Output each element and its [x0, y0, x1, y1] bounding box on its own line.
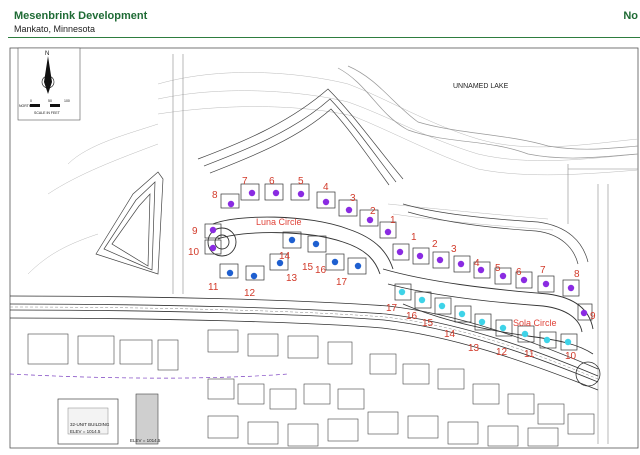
lot-marker-blue[interactable] — [331, 258, 339, 266]
lot-number: 17 — [386, 303, 398, 314]
street-label-sola: Sola Circle — [513, 318, 557, 328]
site-plan-canvas[interactable]: UNNAMED LAKE 32-UNIT BUILDING ELEV = 101… — [8, 44, 640, 450]
lot-marker-cyan[interactable] — [564, 338, 572, 346]
scale-tick-50: 50 — [48, 99, 52, 103]
lot-marker-purple[interactable] — [227, 200, 235, 208]
lot-number: 13 — [286, 273, 298, 284]
lot-marker-purple[interactable] — [209, 244, 217, 252]
lot-marker-blue[interactable] — [250, 272, 258, 280]
lot-marker-purple[interactable] — [384, 228, 392, 236]
compass-box: N NORTH 0 50 100 SCALE IN FEET — [17, 47, 81, 121]
lot-marker-purple[interactable] — [520, 276, 528, 284]
header-corner-text: No — [623, 10, 638, 22]
scale-left-label: NORTH — [19, 104, 32, 108]
lot-number: 5 — [298, 176, 304, 187]
lot-marker-cyan[interactable] — [543, 336, 551, 344]
lot-number: 4 — [323, 182, 329, 193]
lot-number: 14 — [279, 251, 291, 262]
lot-marker-cyan[interactable] — [418, 296, 426, 304]
page-header: Mesenbrink Development Mankato, Minnesot… — [0, 0, 640, 42]
lot-marker-purple[interactable] — [499, 272, 507, 280]
lot-number: 9 — [590, 311, 596, 322]
unit-building-label: 32-UNIT BUILDING — [70, 422, 110, 427]
location-text: Mankato, Minnesota — [14, 24, 96, 34]
lot-marker-purple[interactable] — [209, 226, 217, 234]
lot-number: 8 — [212, 190, 218, 201]
lot-marker-purple[interactable] — [248, 189, 256, 197]
lot-number: 2 — [432, 239, 438, 250]
lot-number: 10 — [565, 351, 577, 362]
lot-marker-purple[interactable] — [580, 309, 588, 317]
company-name: Mesenbrink Development — [14, 10, 148, 22]
lot-marker-cyan[interactable] — [438, 302, 446, 310]
lot-marker-blue[interactable] — [354, 262, 362, 270]
lot-number: 6 — [269, 176, 275, 187]
lot-number: 1 — [390, 215, 396, 226]
street-label-luna: Luna Circle — [256, 217, 302, 227]
lot-marker-purple[interactable] — [396, 248, 404, 256]
lot-number: 14 — [444, 329, 456, 340]
lot-marker-purple[interactable] — [366, 216, 374, 224]
lot-number: 17 — [336, 277, 348, 288]
lot-marker-cyan[interactable] — [398, 288, 406, 296]
lot-marker-cyan[interactable] — [478, 318, 486, 326]
lot-number: 3 — [451, 244, 457, 255]
lot-marker-purple[interactable] — [345, 206, 353, 214]
elevation-label-2: ELEV = 1014.5 — [130, 438, 161, 443]
lake-label: UNNAMED LAKE — [453, 83, 509, 90]
lot-marker-purple[interactable] — [272, 189, 280, 197]
lot-number: 16 — [315, 265, 327, 276]
lot-number: 11 — [208, 282, 219, 293]
lot-marker-cyan[interactable] — [499, 324, 507, 332]
lot-marker-cyan[interactable] — [458, 310, 466, 318]
lot-number: 7 — [540, 265, 546, 276]
lot-marker-blue[interactable] — [312, 240, 320, 248]
lot-marker-purple[interactable] — [297, 190, 305, 198]
lot-marker-blue[interactable] — [226, 269, 234, 277]
lot-number: 16 — [406, 311, 418, 322]
lot-number: 10 — [188, 247, 200, 258]
lot-number: 11 — [524, 349, 535, 360]
lot-marker-purple[interactable] — [436, 256, 444, 264]
lot-number: 8 — [574, 269, 580, 280]
lot-number: 5 — [495, 263, 501, 274]
lot-marker-purple[interactable] — [457, 260, 465, 268]
lot-marker-purple[interactable] — [416, 252, 424, 260]
lot-number: 6 — [516, 267, 522, 278]
scale-tick-100: 100 — [64, 99, 70, 103]
lot-number: 9 — [192, 226, 198, 237]
north-letter: N — [45, 51, 49, 57]
scale-caption: SCALE IN FEET — [34, 111, 61, 115]
header-divider — [8, 37, 640, 38]
lot-marker-purple[interactable] — [322, 198, 330, 206]
lot-marker-blue[interactable] — [288, 236, 296, 244]
lot-marker-purple[interactable] — [567, 284, 575, 292]
lot-marker-purple[interactable] — [542, 280, 550, 288]
lot-number: 2 — [370, 206, 376, 217]
elevation-label-1: ELEV = 1014.5 — [70, 429, 101, 434]
lot-number: 13 — [468, 343, 480, 354]
scale-tick-0: 0 — [30, 99, 32, 103]
lot-number: 7 — [242, 176, 248, 187]
lot-number: 12 — [496, 347, 508, 358]
lot-marker-cyan[interactable] — [521, 330, 529, 338]
lot-number: 15 — [422, 318, 434, 329]
lot-number: 12 — [244, 288, 256, 299]
lot-number: 4 — [474, 258, 480, 269]
lot-number: 1 — [411, 232, 417, 243]
lot-number: 3 — [350, 193, 356, 204]
site-plan-map[interactable]: UNNAMED LAKE 32-UNIT BUILDING ELEV = 101… — [8, 44, 640, 450]
lot-number: 15 — [302, 262, 314, 273]
